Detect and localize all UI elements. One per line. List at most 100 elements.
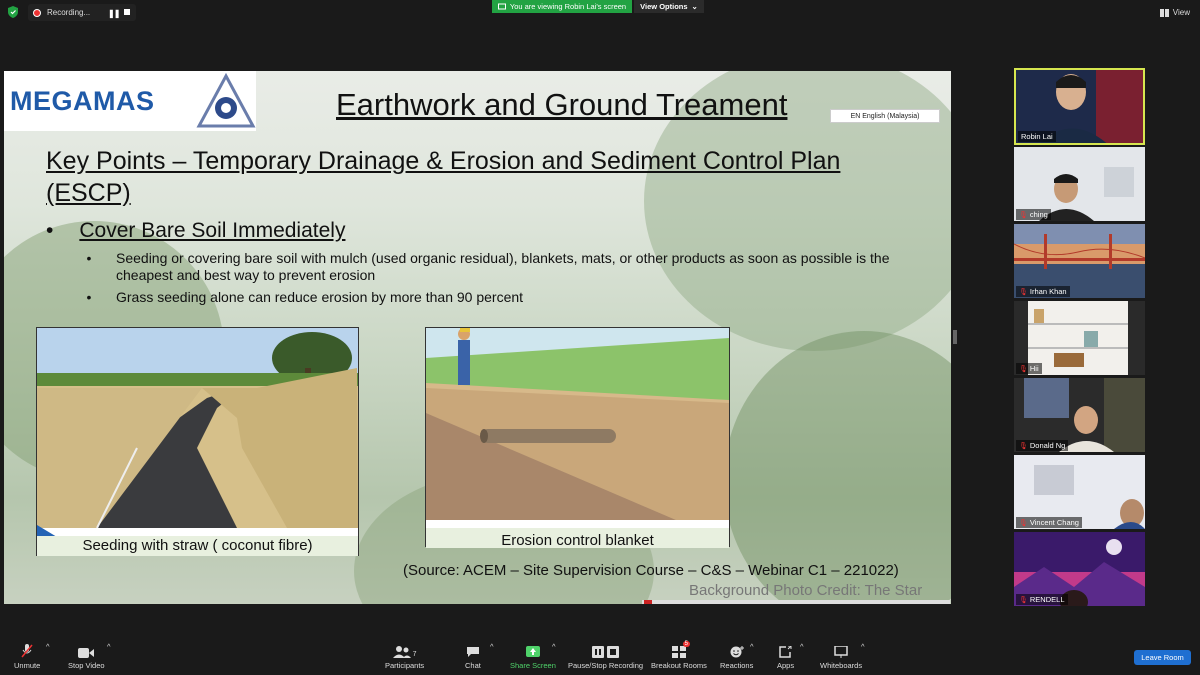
whiteboards-button[interactable]: Whiteboards bbox=[820, 642, 862, 670]
chat-options-caret[interactable]: ^ bbox=[490, 642, 494, 651]
recording-label: Recording... bbox=[47, 8, 91, 17]
sub-bullet-list: • Seeding or covering bare soil with mul… bbox=[84, 250, 929, 311]
source-citation: (Source: ACEM – Site Supervision Course … bbox=[403, 562, 899, 579]
breakout-rooms-label: Breakout Rooms bbox=[651, 661, 707, 670]
audio-options-caret[interactable]: ^ bbox=[46, 642, 50, 651]
sub-bullet-item: • Seeding or covering bare soil with mul… bbox=[84, 250, 929, 284]
panel-resize-handle[interactable] bbox=[953, 330, 957, 344]
participant-tile[interactable]: Robin Lai bbox=[1014, 68, 1145, 145]
participant-tile[interactable]: 🎙 RENDELL bbox=[1014, 532, 1145, 606]
participant-tile[interactable]: 🎙 Hii bbox=[1014, 301, 1145, 375]
pause-recording-button[interactable]: Pause/Stop Recording bbox=[568, 642, 643, 670]
viewing-banner-text: You are viewing Robin Lai's screen bbox=[509, 2, 627, 11]
participant-name-label: Robin Lai bbox=[1018, 131, 1056, 142]
smiley-plus-icon bbox=[730, 642, 744, 658]
pause-recording-icon[interactable]: ❚❚ bbox=[108, 9, 120, 18]
apps-button[interactable]: Apps bbox=[777, 642, 794, 670]
stop-video-button[interactable]: Stop Video bbox=[68, 642, 105, 670]
reactions-options-caret[interactable]: ^ bbox=[750, 642, 754, 651]
unmute-button[interactable]: Unmute bbox=[14, 642, 40, 670]
participant-name-label: 🎙 Donald Ng bbox=[1016, 440, 1069, 451]
chat-button[interactable]: Chat bbox=[465, 642, 481, 670]
video-options-caret[interactable]: ^ bbox=[107, 642, 111, 651]
language-caption-chip[interactable]: EN English (Malaysia) bbox=[830, 109, 940, 123]
language-chip-label: EN English (Malaysia) bbox=[850, 112, 920, 120]
participant-name: Robin Lai bbox=[1021, 132, 1053, 141]
participant-tile[interactable]: 🎙 ching bbox=[1014, 147, 1145, 221]
road-photo bbox=[37, 328, 358, 529]
key-points-heading: Key Points – Temporary Drainage & Erosio… bbox=[46, 147, 841, 207]
main-bullet-label: Cover Bare Soil Immediately bbox=[79, 219, 346, 242]
mic-muted-icon: 🎙 bbox=[1019, 211, 1028, 219]
participants-icon: 7 bbox=[392, 642, 417, 658]
slide-title: Earthwork and Ground Treament bbox=[336, 87, 788, 122]
reactions-label: Reactions bbox=[720, 661, 754, 670]
apps-icon bbox=[778, 642, 793, 658]
pause-recording-label: Pause/Stop Recording bbox=[568, 661, 644, 670]
photo-credit: Background Photo Credit: The Star bbox=[689, 582, 923, 599]
view-label: View bbox=[1172, 8, 1190, 17]
main-bullet: • Cover Bare Soil Immediately bbox=[46, 219, 345, 243]
breakout-rooms-button[interactable]: 5 Breakout Rooms bbox=[651, 641, 707, 670]
security-shield-icon[interactable] bbox=[8, 6, 18, 18]
screen-share-icon bbox=[497, 3, 506, 9]
participant-name: ching bbox=[1029, 210, 1048, 219]
participants-label: Participants bbox=[385, 661, 425, 670]
blanket-illustration bbox=[426, 328, 729, 520]
participant-name-label: 🎙 RENDELL bbox=[1016, 594, 1068, 605]
whiteboard-icon bbox=[834, 642, 848, 658]
participants-count: 7 bbox=[412, 651, 417, 658]
view-options-button[interactable]: View Options ⌄ bbox=[634, 0, 704, 13]
bullet-dot: • bbox=[86, 289, 92, 305]
breakout-badge: 5 bbox=[682, 641, 690, 647]
pause-stop-icon bbox=[591, 642, 620, 658]
share-screen-button[interactable]: Share Screen bbox=[510, 642, 556, 670]
participant-name-label: 🎙 Vincent Chang bbox=[1016, 517, 1082, 528]
stop-video-label: Stop Video bbox=[68, 661, 105, 670]
share-screen-label: Share Screen bbox=[510, 661, 556, 670]
participant-tile[interactable]: 🎙 Vincent Chang bbox=[1014, 455, 1145, 529]
sub-bullet-item: • Grass seeding alone can reduce erosion… bbox=[84, 289, 929, 306]
unmute-label: Unmute bbox=[14, 661, 41, 670]
whiteboards-options-caret[interactable]: ^ bbox=[861, 642, 865, 651]
logo-emblem-icon bbox=[196, 73, 256, 128]
straw-seeding-image: Seeding with straw ( coconut fibre) bbox=[36, 327, 359, 556]
apps-options-caret[interactable]: ^ bbox=[800, 642, 804, 651]
recording-dot-icon bbox=[33, 8, 41, 17]
grid-view-icon bbox=[1159, 8, 1169, 17]
mic-muted-icon: 🎙 bbox=[1019, 519, 1028, 527]
sub-bullet-text: Grass seeding alone can reduce erosion b… bbox=[116, 289, 524, 305]
chat-label: Chat bbox=[465, 661, 481, 670]
mic-muted-icon bbox=[21, 642, 33, 658]
erosion-blanket-image: Erosion control blanket bbox=[425, 327, 730, 549]
participant-name: Irhan Khan bbox=[1029, 287, 1067, 296]
leave-room-label: Leave Room bbox=[1141, 653, 1184, 662]
meeting-toolbar: Unmute ^ Stop Video ^ 7 Participants Cha… bbox=[0, 638, 1200, 675]
leave-room-button[interactable]: Leave Room bbox=[1134, 650, 1191, 665]
participant-name-label: 🎙 ching bbox=[1016, 209, 1051, 220]
view-button[interactable]: View bbox=[1159, 8, 1190, 17]
participant-name: Vincent Chang bbox=[1029, 518, 1079, 527]
video-camera-icon bbox=[78, 642, 95, 658]
viewing-banner: You are viewing Robin Lai's screen bbox=[492, 0, 632, 13]
mic-muted-icon: 🎙 bbox=[1019, 365, 1028, 373]
reactions-button[interactable]: Reactions bbox=[720, 642, 753, 670]
participant-name-label: 🎙 Irhan Khan bbox=[1016, 286, 1070, 297]
top-bar: Recording... ❚❚ You are viewing Robin La… bbox=[0, 0, 1200, 24]
participants-button[interactable]: 7 Participants bbox=[385, 642, 424, 670]
chat-bubble-icon bbox=[466, 642, 480, 658]
participant-tile[interactable]: 🎙 Donald Ng bbox=[1014, 378, 1145, 452]
chevron-down-icon: ⌄ bbox=[691, 2, 698, 11]
participant-tile[interactable]: 🎙 Irhan Khan bbox=[1014, 224, 1145, 298]
share-screen-icon bbox=[525, 642, 540, 658]
mic-muted-icon: 🎙 bbox=[1019, 442, 1028, 450]
participant-name: Hii bbox=[1029, 364, 1039, 373]
image1-caption: Seeding with straw ( coconut fibre) bbox=[37, 536, 358, 556]
view-options-label: View Options bbox=[640, 2, 688, 11]
share-options-caret[interactable]: ^ bbox=[552, 642, 556, 651]
stop-recording-icon[interactable] bbox=[124, 9, 130, 15]
whiteboards-label: Whiteboards bbox=[820, 661, 863, 670]
recording-indicator: Recording... ❚❚ bbox=[28, 4, 136, 21]
sub-bullet-text: Seeding or covering bare soil with mulch… bbox=[116, 250, 890, 283]
participant-name: Donald Ng bbox=[1029, 441, 1066, 450]
